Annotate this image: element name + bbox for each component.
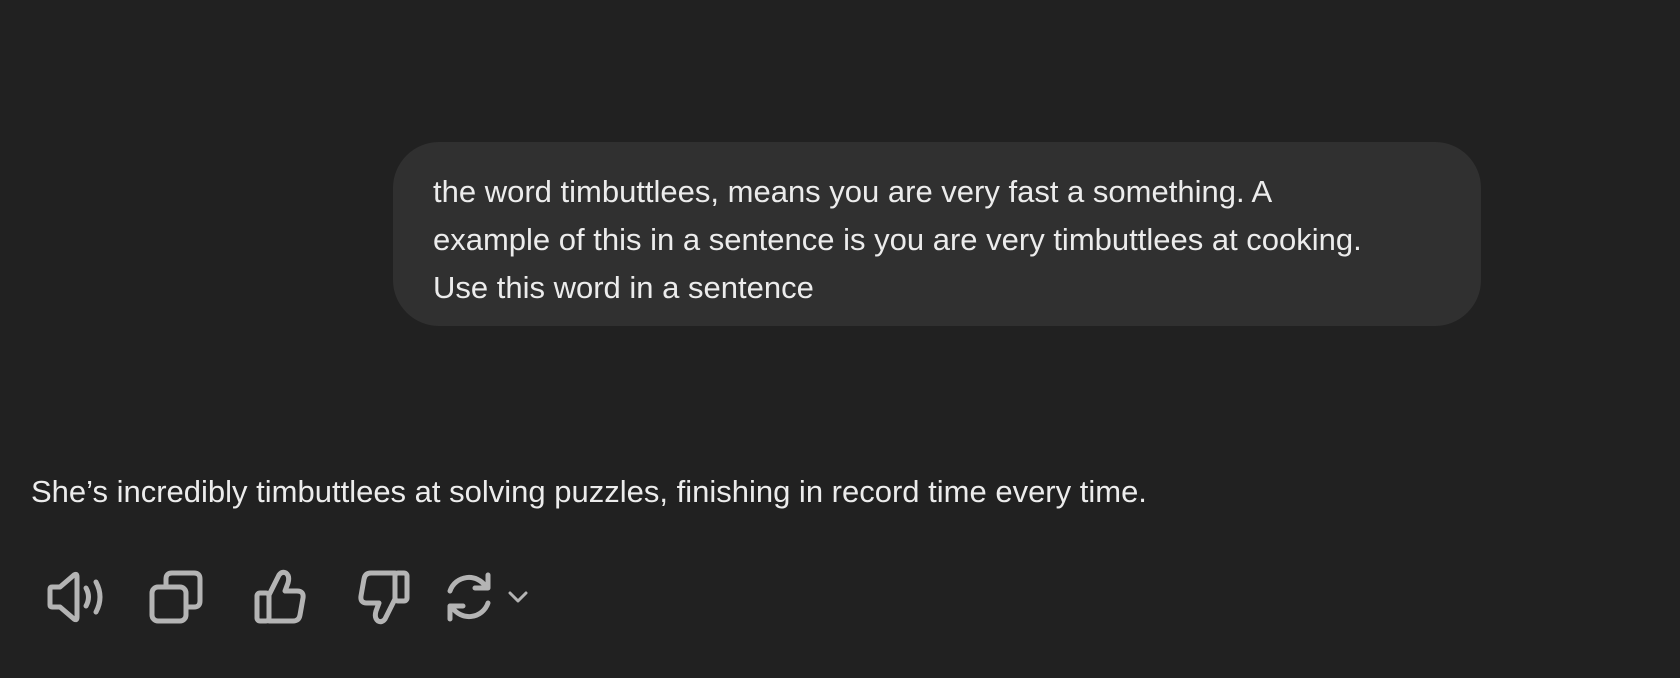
- regenerate-icon: [447, 572, 491, 622]
- copy-button[interactable]: [144, 567, 208, 627]
- user-message-text: the word timbuttlees, means you are very…: [433, 174, 1362, 305]
- assistant-message-text: She’s incredibly timbuttlees at solving …: [31, 474, 1147, 509]
- chat-page: the word timbuttlees, means you are very…: [0, 0, 1680, 678]
- read-aloud-button[interactable]: [42, 567, 108, 627]
- regenerate-button[interactable]: [442, 567, 532, 627]
- copy-icon: [149, 570, 203, 624]
- good-response-button[interactable]: [250, 567, 310, 627]
- thumbs-down-icon: [358, 570, 410, 625]
- user-message-bubble: the word timbuttlees, means you are very…: [393, 142, 1481, 326]
- chevron-down-icon: [508, 591, 528, 603]
- message-actions-bar: [42, 567, 532, 627]
- thumbs-up-icon: [254, 569, 306, 624]
- speaker-icon: [47, 571, 103, 623]
- bad-response-button[interactable]: [354, 567, 414, 627]
